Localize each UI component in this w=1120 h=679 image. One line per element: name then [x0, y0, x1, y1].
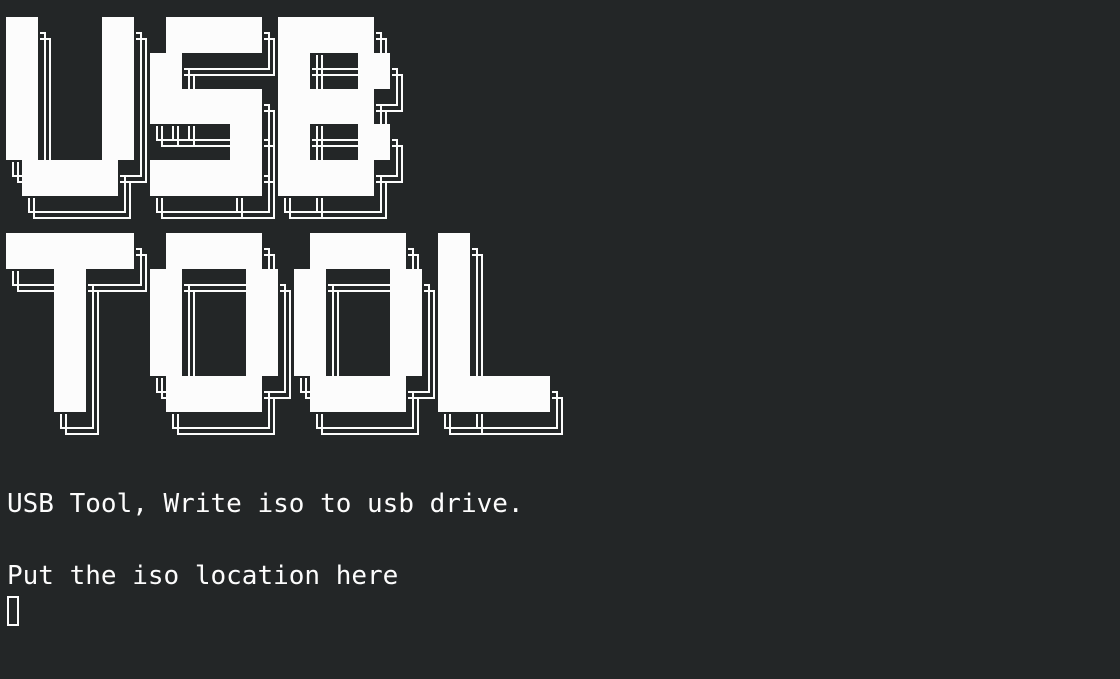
text-cursor [7, 596, 19, 626]
iso-location-input[interactable] [7, 594, 1107, 630]
iso-location-prompt: Put the iso location here [7, 561, 399, 591]
description-text: USB Tool, Write iso to usb drive. [7, 489, 524, 519]
ascii-art-banner [0, 0, 580, 445]
terminal-window[interactable]: USB Tool, Write iso to usb drive. Put th… [0, 0, 1120, 679]
